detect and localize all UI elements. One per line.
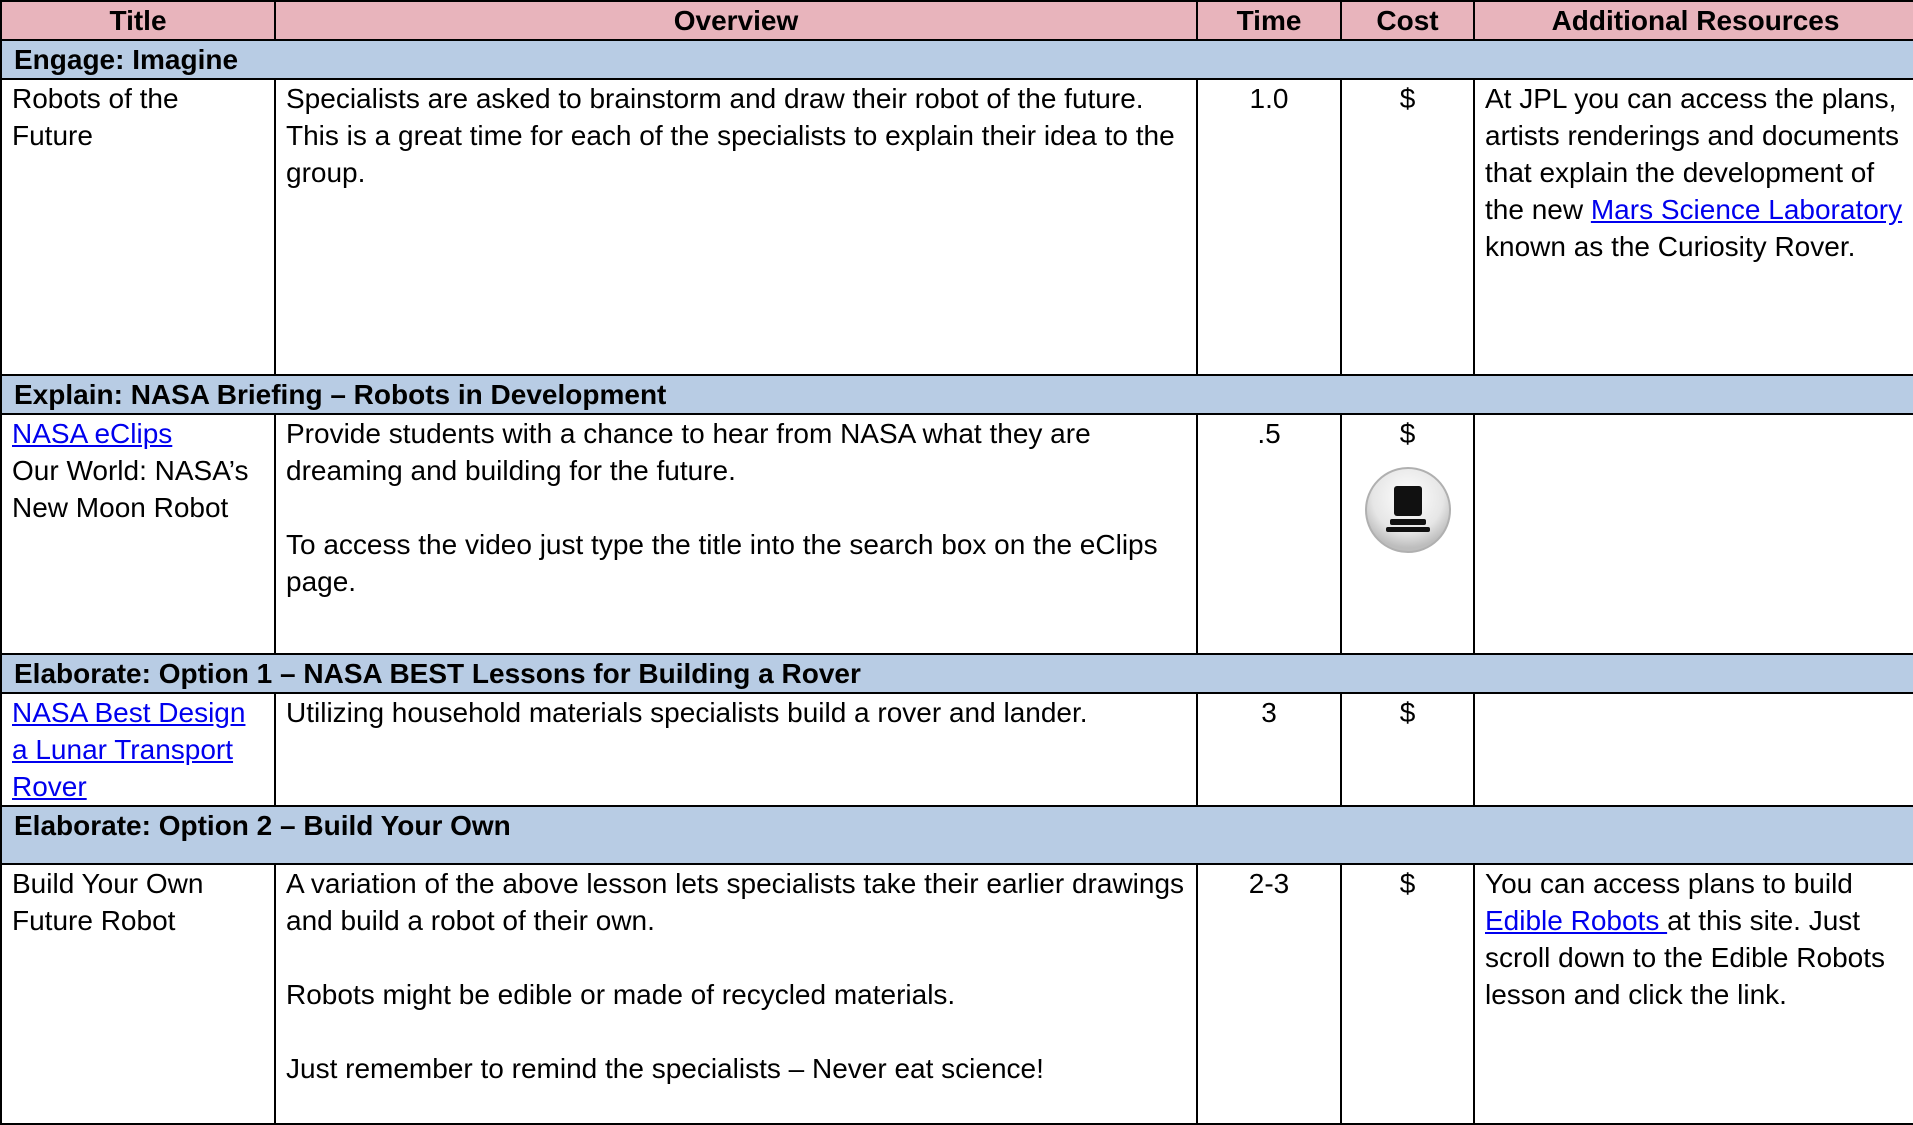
- section-heading-row: Engage: Imagine: [0, 39, 1913, 80]
- section-heading-row: Elaborate: Option 1 – NASA BEST Lessons …: [0, 653, 1913, 694]
- row-cost: $: [1340, 413, 1475, 655]
- row-time: .5: [1196, 413, 1342, 655]
- header-row: Title Overview Time Cost Additional Reso…: [0, 0, 1913, 41]
- row-title: NASA eClips Our World: NASA’s New Moon Ro…: [0, 413, 276, 655]
- row-cost: $: [1340, 692, 1475, 807]
- header-overview: Overview: [274, 0, 1198, 41]
- header-time: Time: [1196, 0, 1342, 41]
- mars-science-laboratory-link[interactable]: Mars Science Laboratory: [1591, 194, 1902, 225]
- row-resources: [1473, 692, 1913, 807]
- row-cost: $: [1340, 78, 1475, 376]
- row-title: Robots of the Future: [0, 78, 276, 376]
- row-cost: $: [1340, 863, 1475, 1125]
- row-title: Build Your Own Future Robot: [0, 863, 276, 1125]
- section-heading-row: Elaborate: Option 2 – Build Your Own: [0, 805, 1913, 865]
- row-title: NASA Best Design a Lunar Transport Rover: [0, 692, 276, 807]
- section-heading: Explain: NASA Briefing – Robots in Devel…: [0, 374, 1913, 415]
- resources-text: known as the Curiosity Rover.: [1485, 231, 1856, 262]
- row-overview: Specialists are asked to brainstorm and …: [274, 78, 1198, 376]
- overview-paragraph: A variation of the above lesson lets spe…: [286, 868, 1185, 936]
- table-row: NASA eClips Our World: NASA’s New Moon Ro…: [0, 413, 1913, 655]
- overview-paragraph: Robots might be edible or made of recycl…: [286, 979, 956, 1010]
- row-overview: Provide students with a chance to hear f…: [274, 413, 1198, 655]
- header-additional-resources: Additional Resources: [1473, 0, 1913, 41]
- overview-paragraph: To access the video just type the title …: [286, 529, 1158, 597]
- overview-paragraph: Provide students with a chance to hear f…: [286, 418, 1091, 486]
- section-heading: Elaborate: Option 2 – Build Your Own: [0, 805, 1913, 865]
- row-time: 2-3: [1196, 863, 1342, 1125]
- cost-value: $: [1399, 418, 1416, 449]
- table-row: Build Your Own Future Robot A variation …: [0, 863, 1913, 1125]
- video-title: Our World: NASA’s New Moon Robot: [12, 455, 249, 523]
- row-resources: [1473, 413, 1913, 655]
- overview-paragraph: Utilizing household materials specialist…: [286, 697, 1088, 728]
- table-row: Robots of the Future Specialists are ask…: [0, 78, 1913, 376]
- header-title: Title: [0, 0, 276, 41]
- edible-robots-link[interactable]: Edible Robots: [1485, 905, 1667, 936]
- nasa-best-link[interactable]: NASA Best Design a Lunar Transport Rover: [12, 697, 245, 802]
- overview-paragraph: Specialists are asked to brainstorm and …: [286, 83, 1175, 188]
- row-resources: You can access plans to build Edible Rob…: [1473, 863, 1913, 1125]
- header-cost: Cost: [1340, 0, 1475, 41]
- lesson-table: Title Overview Time Cost Additional Reso…: [0, 0, 1913, 1125]
- section-heading: Elaborate: Option 1 – NASA BEST Lessons …: [0, 653, 1913, 694]
- table-row: NASA Best Design a Lunar Transport Rover…: [0, 692, 1913, 807]
- resources-text: You can access plans to build: [1485, 868, 1853, 899]
- overview-paragraph: Just remember to remind the specialists …: [286, 1053, 1044, 1084]
- section-heading: Engage: Imagine: [0, 39, 1913, 80]
- computer-icon: [1364, 467, 1451, 553]
- nasa-eclips-link[interactable]: NASA eClips: [12, 418, 172, 449]
- section-heading-row: Explain: NASA Briefing – Robots in Devel…: [0, 374, 1913, 415]
- row-overview: Utilizing household materials specialist…: [274, 692, 1198, 807]
- row-time: 3: [1196, 692, 1342, 807]
- row-time: 1.0: [1196, 78, 1342, 376]
- row-resources: At JPL you can access the plans, artists…: [1473, 78, 1913, 376]
- row-overview: A variation of the above lesson lets spe…: [274, 863, 1198, 1125]
